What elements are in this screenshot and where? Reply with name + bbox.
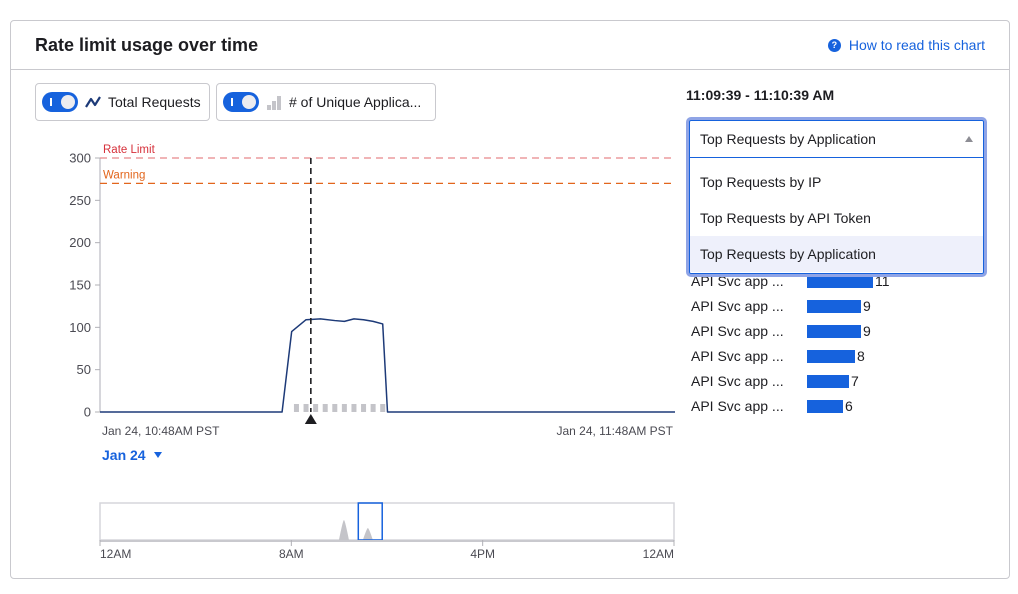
- top-list-item: API Svc app ... 6: [691, 396, 991, 416]
- threshold-label: Warning: [103, 169, 145, 181]
- card-title: Rate limit usage over time: [35, 35, 259, 55]
- top-list-item: API Svc app ... 8: [691, 346, 991, 366]
- date-selector[interactable]: Jan 24: [102, 447, 162, 463]
- y-tick-label: 300: [69, 151, 91, 166]
- item-name: API Svc app ...: [691, 298, 784, 314]
- help-link-label: How to read this chart: [848, 37, 985, 53]
- item-bar: [807, 374, 849, 388]
- y-tick-label: 250: [69, 193, 91, 208]
- item-value: 7: [851, 373, 859, 389]
- caret-down-icon: [153, 452, 162, 458]
- item-bar: [807, 399, 843, 413]
- item-bar: [807, 324, 861, 338]
- main-chart[interactable]: 0 50 100 150 200 250 300 Rate Limit Warning Jan 2…: [60, 120, 680, 440]
- how-to-read-link[interactable]: ? How to read this chart: [827, 37, 985, 53]
- bar-chart-icon: [265, 93, 283, 111]
- x-start-label: Jan 24, 10:48AM PST: [102, 424, 220, 438]
- total-requests-line: [100, 318, 675, 413]
- date-selector-label: Jan 24: [102, 447, 146, 463]
- help-icon: ?: [827, 38, 841, 52]
- y-tick-label: 150: [69, 278, 91, 293]
- unique-apps-bar: [322, 404, 328, 412]
- toggle-label: # of Unique Applica...: [289, 94, 422, 110]
- toggle-label: Total Requests: [108, 94, 201, 110]
- selected-time-range: 11:09:39 - 11:10:39 AM: [686, 87, 835, 103]
- item-value: 9: [863, 323, 871, 339]
- y-tick-label: 200: [69, 235, 91, 250]
- x-end-label: Jan 24, 11:48AM PST: [556, 424, 673, 438]
- y-tick-label: 0: [84, 405, 91, 420]
- toggle-total-requests[interactable]: Total Requests: [35, 83, 210, 121]
- unique-apps-bar: [351, 404, 357, 412]
- top-list-item: API Svc app ... 9: [691, 321, 991, 341]
- item-name: API Svc app ...: [691, 373, 784, 389]
- select-current-value[interactable]: Top Requests by Application: [690, 121, 983, 158]
- line-chart-icon: [84, 93, 102, 111]
- option-top-requests-by-ip[interactable]: Top Requests by IP: [690, 164, 983, 200]
- overview-chart[interactable]: 12AM 8AM 4PM 12AM: [90, 478, 690, 568]
- unique-apps-bar: [341, 404, 347, 412]
- option-top-requests-by-api-token[interactable]: Top Requests by API Token: [690, 200, 983, 236]
- overview-x-tick-label: 4PM: [470, 547, 495, 561]
- unique-apps-bar: [332, 404, 338, 412]
- item-bar: [807, 349, 855, 363]
- unique-apps-bar: [293, 404, 299, 412]
- item-value: 8: [857, 348, 865, 364]
- top-list-item: API Svc app ... 7: [691, 371, 991, 391]
- item-name: API Svc app ...: [691, 323, 784, 339]
- unique-apps-bar: [313, 404, 319, 412]
- option-top-requests-by-application[interactable]: Top Requests by Application: [690, 236, 983, 272]
- card-header: Rate limit usage over time ? How to read…: [11, 21, 1009, 70]
- unique-apps-switch[interactable]: [223, 92, 259, 112]
- y-tick-label: 100: [69, 320, 91, 335]
- unique-apps-bar: [361, 404, 367, 412]
- total-requests-switch[interactable]: [42, 92, 78, 112]
- overview-x-tick-label: 12AM: [100, 547, 131, 561]
- top-list-item: API Svc app ... 9: [691, 296, 991, 316]
- item-name: API Svc app ...: [691, 398, 784, 414]
- select-value-label: Top Requests by Application: [700, 131, 876, 147]
- item-value: 6: [845, 398, 853, 414]
- overview-frame: [99, 502, 675, 541]
- cursor-handle-icon: [304, 414, 317, 424]
- toggle-unique-applications[interactable]: # of Unique Applica...: [216, 83, 436, 121]
- item-name: API Svc app ...: [691, 348, 784, 364]
- overview-x-tick-label: 8AM: [279, 547, 304, 561]
- threshold-label: Rate Limit: [103, 144, 156, 156]
- caret-up-icon: [965, 136, 973, 142]
- y-tick-label: 50: [77, 362, 91, 377]
- item-value: 9: [863, 298, 871, 314]
- unique-apps-bar: [303, 404, 309, 412]
- unique-apps-bar: [380, 404, 386, 412]
- breakdown-select[interactable]: Top Requests by Application Top Requests…: [686, 117, 987, 277]
- item-bar: [807, 299, 861, 313]
- overview-x-tick-label: 12AM: [643, 547, 674, 561]
- unique-apps-bar: [370, 404, 376, 412]
